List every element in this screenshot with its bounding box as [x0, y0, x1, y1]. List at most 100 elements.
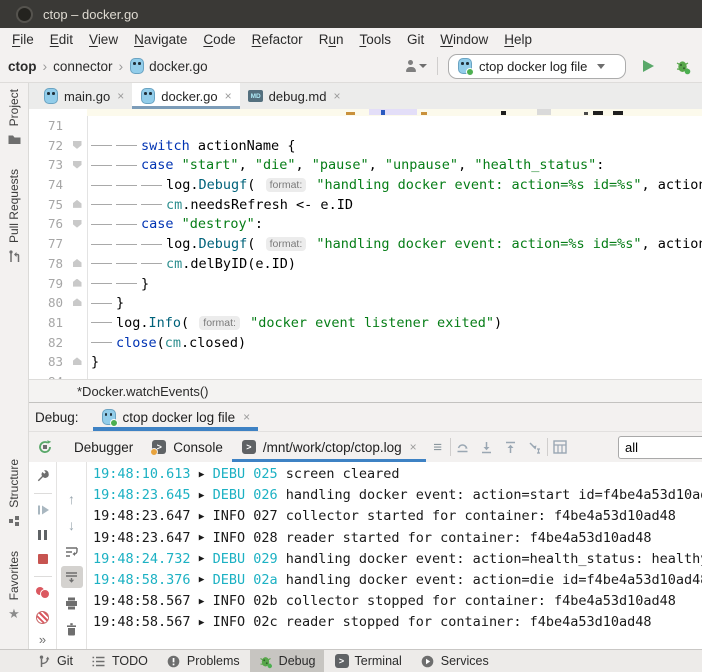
menu-item-help[interactable]: Help — [496, 32, 540, 47]
debug-tab-debugger[interactable]: Debugger — [65, 432, 142, 462]
navigate-caret-button[interactable] — [523, 435, 547, 459]
rerun-button[interactable] — [33, 435, 57, 459]
line-number[interactable]: 82 — [29, 333, 67, 353]
line-number[interactable]: 77 — [29, 234, 67, 254]
log-output[interactable]: 19:48:10.613 ▶ DEBU 025 screen cleared19… — [87, 462, 702, 649]
clipped-glyph — [613, 111, 623, 115]
soft-wrap-button[interactable] — [61, 540, 83, 562]
sidebar-item-pull-requests[interactable]: Pull Requests — [6, 169, 22, 264]
line-number[interactable]: 74 — [29, 175, 67, 195]
user-avatar-button[interactable] — [403, 54, 427, 78]
bottom-bar-item-problems[interactable]: Problems — [158, 650, 248, 672]
editor-tab-debug-md[interactable]: MDdebug.md× — [240, 83, 349, 109]
up-to-bar-button[interactable] — [499, 435, 523, 459]
title-bar[interactable]: ctop – docker.go — [0, 0, 702, 28]
debug-settings-button[interactable] — [32, 466, 54, 487]
print-button[interactable] — [61, 592, 83, 614]
debug-tab--mnt-work-ctop-ctop-log[interactable]: >/mnt/work/ctop/ctop.log× — [232, 432, 426, 462]
close-icon[interactable]: × — [410, 440, 417, 454]
more-actions-button[interactable]: » — [39, 632, 46, 647]
menu-item-navigate[interactable]: Navigate — [126, 32, 195, 47]
next-occurrence-button[interactable]: ↓ — [61, 514, 83, 536]
fold-marker-icon[interactable] — [73, 298, 82, 306]
sidebar-item-structure[interactable]: Structure — [6, 459, 22, 529]
fold-marker-icon[interactable] — [73, 161, 82, 169]
fold-marker-icon[interactable] — [73, 357, 82, 365]
line-number[interactable]: 79 — [29, 274, 67, 294]
line-number[interactable]: 84 — [29, 372, 67, 379]
debug-tab-console[interactable]: >Console — [142, 432, 232, 462]
fold-gutter[interactable] — [67, 156, 87, 176]
fold-marker-icon[interactable] — [73, 200, 82, 208]
menu-item-run[interactable]: Run — [311, 32, 352, 47]
close-icon[interactable]: × — [225, 89, 232, 103]
breadcrumb-item-ctop[interactable]: ctop — [8, 59, 37, 74]
breadcrumb-item-docker-go[interactable]: docker.go — [129, 58, 208, 74]
pause-button[interactable] — [32, 524, 54, 545]
fold-gutter[interactable] — [67, 274, 87, 294]
menu-item-git[interactable]: Git — [399, 32, 432, 47]
menu-item-edit[interactable]: Edit — [42, 32, 81, 47]
line-number[interactable]: 75 — [29, 195, 67, 215]
fold-marker-icon[interactable] — [73, 220, 82, 228]
close-icon[interactable]: × — [333, 89, 340, 103]
window-menu-button[interactable] — [16, 6, 33, 23]
bottom-bar-item-git[interactable]: Git — [28, 650, 81, 672]
stop-button[interactable] — [32, 549, 54, 570]
menu-item-window[interactable]: Window — [432, 32, 496, 47]
run-configuration-select[interactable]: ctop docker log file — [448, 54, 626, 79]
fold-marker-icon[interactable] — [73, 141, 82, 149]
line-number[interactable]: 83 — [29, 352, 67, 372]
clipped-glyph — [584, 112, 588, 115]
line-number[interactable]: 80 — [29, 293, 67, 313]
fold-gutter[interactable] — [67, 293, 87, 313]
line-number[interactable]: 76 — [29, 214, 67, 234]
sidebar-item-favorites[interactable]: Favorites★ — [6, 551, 22, 621]
line-number[interactable]: 78 — [29, 254, 67, 274]
fold-gutter[interactable] — [67, 352, 87, 372]
fold-marker-icon[interactable] — [73, 259, 82, 267]
menu-item-file[interactable]: File — [4, 32, 42, 47]
down-stack-trace-button[interactable] — [475, 435, 499, 459]
run-button[interactable] — [636, 54, 660, 78]
fold-gutter[interactable] — [67, 195, 87, 215]
restore-layout-button[interactable] — [548, 435, 572, 459]
fold-gutter[interactable] — [67, 136, 87, 156]
fold-gutter[interactable] — [67, 254, 87, 274]
line-number[interactable]: 72 — [29, 136, 67, 156]
scroll-to-end-button[interactable] — [61, 566, 83, 588]
breadcrumb-item-connector[interactable]: connector — [53, 59, 112, 74]
bottom-bar-item-debug[interactable]: Debug — [250, 650, 324, 672]
log-line: 19:48:24.732 ▶ DEBU 029 handling docker … — [93, 549, 702, 570]
code-editor[interactable]: 7172switch actionName {73case "start", "… — [29, 109, 702, 379]
close-icon[interactable]: × — [117, 89, 124, 103]
clear-all-button[interactable] — [61, 618, 83, 640]
menu-item-refactor[interactable]: Refactor — [244, 32, 311, 47]
sidebar-item-project[interactable]: Project — [6, 89, 22, 147]
run-configuration-label: ctop docker log file — [479, 59, 587, 74]
fold-gutter[interactable] — [67, 215, 87, 235]
view-breakpoints-button[interactable] — [32, 583, 54, 604]
line-number[interactable]: 73 — [29, 155, 67, 175]
menu-item-view[interactable]: View — [81, 32, 126, 47]
mute-breakpoints-button[interactable] — [32, 607, 54, 628]
editor-tab-docker-go[interactable]: docker.go× — [132, 83, 239, 109]
up-stack-trace-button[interactable] — [451, 435, 475, 459]
editor-breadcrumb[interactable]: *Docker.watchEvents() — [29, 379, 702, 402]
resume-button[interactable] — [32, 500, 54, 521]
menu-item-tools[interactable]: Tools — [351, 32, 399, 47]
debug-button[interactable] — [670, 54, 694, 78]
menu-item-code[interactable]: Code — [195, 32, 243, 47]
bottom-bar-item-todo[interactable]: TODO — [83, 650, 156, 672]
fold-marker-icon[interactable] — [73, 279, 82, 287]
bottom-bar-item-terminal[interactable]: >Terminal — [326, 650, 410, 672]
line-number[interactable]: 71 — [29, 116, 67, 136]
console-options-button[interactable]: ≡ — [426, 435, 450, 459]
close-icon[interactable]: × — [243, 410, 250, 424]
line-number[interactable]: 81 — [29, 313, 67, 333]
bottom-bar-item-services[interactable]: Services — [412, 650, 497, 672]
debug-session-tab[interactable]: ctop docker log file × — [93, 403, 259, 431]
editor-tab-main-go[interactable]: main.go× — [35, 83, 132, 109]
log-filter-select[interactable] — [618, 436, 702, 459]
prev-occurrence-button[interactable]: ↑ — [61, 488, 83, 510]
